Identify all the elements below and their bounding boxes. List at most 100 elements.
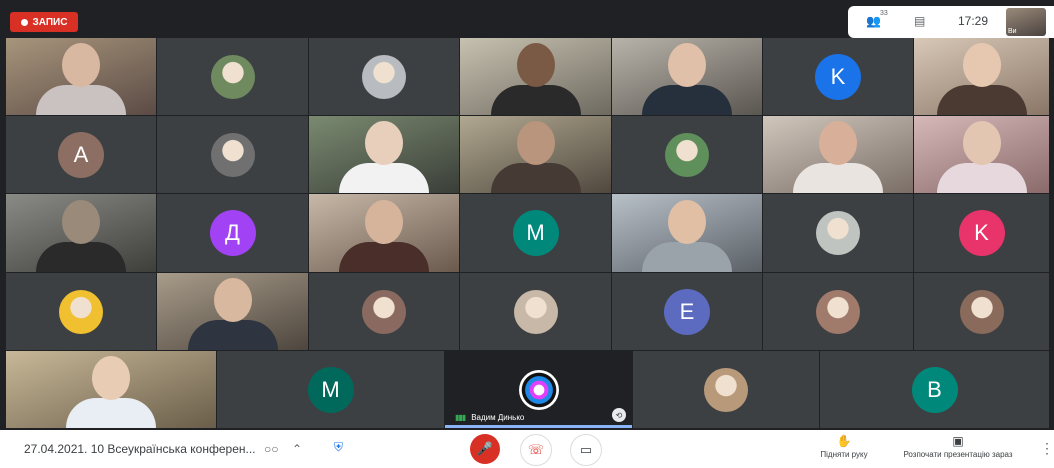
raise-hand-button[interactable]: ✋ Підняти руку (812, 434, 876, 459)
participant-tile[interactable]: B (820, 351, 1049, 428)
raise-hand-label: Підняти руку (820, 450, 868, 459)
participant-body (36, 242, 126, 272)
participant-tile[interactable] (309, 194, 459, 272)
participant-initial-avatar: A (58, 131, 104, 178)
participant-tile[interactable] (6, 38, 156, 115)
participant-tile[interactable] (460, 38, 611, 115)
participant-tile[interactable] (763, 194, 913, 272)
participant-body (793, 163, 883, 193)
present-icon: ▣ (952, 434, 964, 448)
hangup-button[interactable]: ☏ (520, 434, 552, 466)
participant-profile-picture (959, 289, 1004, 334)
participant-face (516, 121, 555, 165)
mic-off-button[interactable]: 🎤 (470, 434, 500, 464)
chevron-up-icon[interactable]: ⌃ (292, 442, 302, 456)
participant-tile[interactable] (633, 351, 819, 428)
participant-video (66, 351, 156, 428)
participant-tile[interactable] (914, 116, 1049, 193)
participant-face (962, 121, 1001, 165)
participant-profile-picture (513, 289, 558, 334)
participant-tile[interactable] (309, 273, 459, 350)
participant-face (668, 200, 706, 244)
participant-face (365, 200, 403, 244)
participant-tile[interactable]: K (763, 38, 913, 115)
participant-tile[interactable] (157, 116, 308, 193)
more-options-icon[interactable]: ⋮ (1040, 440, 1054, 457)
participant-tile[interactable] (309, 38, 459, 115)
participant-tile[interactable] (309, 116, 459, 193)
participant-video (36, 194, 126, 272)
recording-badge: ЗАПИС (10, 12, 78, 32)
speaker-profile-picture (518, 369, 559, 410)
top-info-bar: 👥 33 ▤ 17:29 Ви (848, 6, 1054, 38)
participant-tile[interactable] (6, 351, 216, 428)
participant-body (339, 242, 429, 272)
participant-tile[interactable] (157, 38, 308, 115)
participant-profile-picture (362, 289, 406, 334)
participant-profile-picture (362, 54, 406, 99)
participant-body (936, 163, 1027, 193)
participant-tile[interactable] (612, 116, 762, 193)
participant-initial-avatar: B (911, 366, 958, 413)
participant-tile[interactable]: M (217, 351, 444, 428)
people-icon[interactable]: 👥 (866, 14, 881, 28)
participant-video (187, 273, 278, 350)
record-dot-icon (20, 18, 28, 26)
participant-initial-avatar: K (958, 210, 1005, 256)
participant-profile-picture (210, 54, 255, 99)
participant-tile[interactable]: ▮▮▮ Вадим Динько ⟲ (445, 351, 632, 428)
participant-tile[interactable] (612, 38, 762, 115)
participant-profile-picture (59, 289, 103, 334)
captions-icon[interactable]: ○○ (264, 442, 279, 456)
participant-tile[interactable]: Д (157, 194, 308, 272)
participant-tile[interactable] (460, 273, 611, 350)
self-view-thumbnail[interactable]: Ви (1006, 8, 1046, 36)
participant-body (642, 85, 732, 115)
participant-tile[interactable] (914, 273, 1049, 350)
participant-video (36, 38, 126, 115)
participant-body (642, 242, 732, 272)
participant-video (793, 116, 883, 193)
participant-tile[interactable]: K (914, 194, 1049, 272)
participant-face (962, 43, 1001, 87)
participant-tile[interactable] (763, 273, 913, 350)
participant-video (490, 38, 581, 115)
meeting-title[interactable]: 27.04.2021. 10 Всеукраїнська конферен... (24, 442, 256, 456)
participant-body (66, 398, 156, 428)
participant-body (187, 320, 278, 350)
participant-face (365, 121, 403, 165)
participant-video (936, 38, 1027, 115)
mic-off-icon: 🎤 (476, 441, 494, 456)
phone-icon: ☏ (527, 442, 545, 457)
participant-body (490, 85, 581, 115)
participant-profile-picture (816, 289, 860, 334)
participant-initial-avatar: M (307, 366, 354, 413)
participant-tile[interactable] (612, 194, 762, 272)
participant-profile-picture (665, 132, 709, 177)
participant-video (490, 116, 581, 193)
speaker-name-tag: ▮▮▮ Вадим Динько (455, 413, 524, 422)
camera-button[interactable]: ▭ (570, 434, 602, 466)
present-label: Розпочати презентацію зараз (903, 450, 1013, 459)
participant-face (819, 121, 857, 165)
active-speaker-indicator (445, 425, 632, 428)
participant-initial-avatar: M (512, 210, 559, 256)
participant-tile[interactable] (460, 116, 611, 193)
chat-icon[interactable]: ▤ (914, 14, 925, 28)
participant-tile[interactable]: M (460, 194, 611, 272)
participant-face (213, 278, 252, 322)
participant-tile[interactable] (6, 194, 156, 272)
present-button[interactable]: ▣ Розпочати презентацію зараз (890, 434, 1026, 459)
shield-icon[interactable]: ⛨ (334, 440, 343, 455)
participant-tile[interactable]: A (6, 116, 156, 193)
participant-tile[interactable] (763, 116, 913, 193)
pin-icon[interactable]: ⟲ (612, 408, 626, 422)
participant-face (516, 43, 555, 87)
clock-time: 17:29 (958, 14, 989, 28)
participant-tile[interactable] (6, 273, 156, 350)
participant-profile-picture (816, 211, 860, 255)
participant-tile[interactable] (157, 273, 308, 350)
participant-tile[interactable] (914, 38, 1049, 115)
participant-tile[interactable]: E (612, 273, 762, 350)
participant-body (490, 163, 581, 193)
